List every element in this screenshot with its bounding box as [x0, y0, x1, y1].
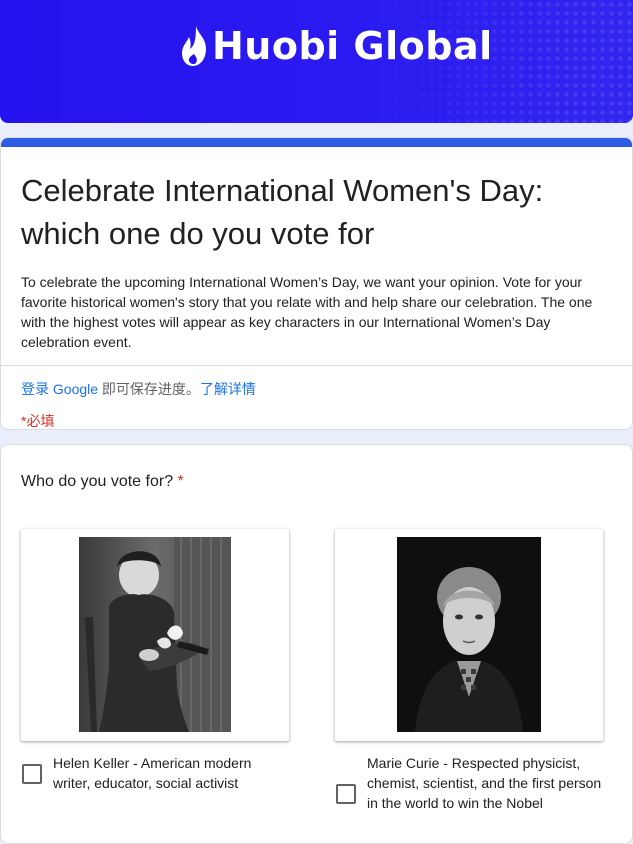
question-text: Who do you vote for? — [21, 473, 174, 490]
marie-curie-photo — [397, 537, 541, 732]
signin-link[interactable]: 登录 Google — [21, 381, 98, 397]
learn-more-link[interactable]: 了解详情 — [200, 381, 256, 397]
divider — [1, 365, 632, 366]
helen-keller-photo — [79, 537, 231, 732]
signin-text: 即可保存进度。 — [98, 381, 200, 397]
option-image-card-marie-curie[interactable] — [335, 529, 603, 741]
question-card: Who do you vote for? * Helen Keller - Am… — [0, 444, 633, 844]
option-label-helen-keller: Helen Keller - American modern writer, e… — [53, 755, 252, 791]
form-title: Celebrate International Women's Day: whi… — [21, 173, 544, 251]
required-mark: * — [177, 473, 184, 490]
option-image-card-helen-keller[interactable] — [21, 529, 289, 741]
header-banner: Huobi Global — [0, 0, 633, 123]
brand-logo: Huobi Global — [180, 22, 493, 70]
flame-icon — [182, 26, 206, 66]
brand-name: Huobi Global — [212, 24, 493, 68]
question-title: Who do you vote for? * — [21, 472, 184, 492]
required-note: *必填 — [21, 413, 55, 429]
form-header-card: Celebrate International Women's Day: whi… — [0, 137, 633, 430]
option-label-marie-curie: Marie Curie - Respected physicist, chemi… — [367, 755, 602, 811]
accent-bar — [1, 138, 632, 147]
signin-notice: 登录 Google 即可保存进度。了解详情 — [21, 379, 612, 399]
checkbox-marie-curie[interactable] — [336, 784, 356, 804]
checkbox-helen-keller[interactable] — [22, 764, 42, 784]
form-description: To celebrate the upcoming International … — [21, 274, 593, 350]
